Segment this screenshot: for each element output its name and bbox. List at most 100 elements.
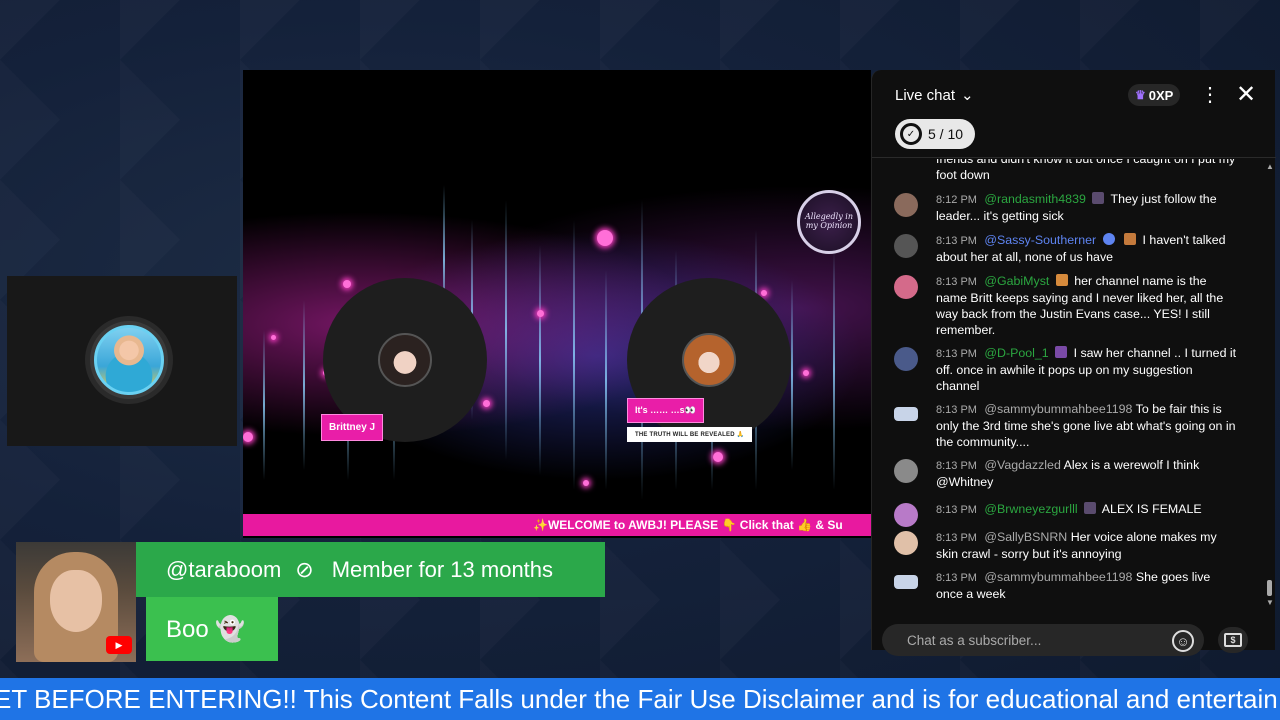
message-author[interactable]: @Sassy-Southerner xyxy=(984,233,1096,247)
message-time: 8:13 PM xyxy=(936,532,977,544)
sparkle-dot xyxy=(761,290,767,296)
no-entry-icon: ⊘ xyxy=(295,556,314,582)
light-streak xyxy=(263,330,265,480)
message-time: 8:13 PM xyxy=(936,235,977,247)
close-icon[interactable]: ✕ xyxy=(1236,80,1256,109)
super-chat-button[interactable]: $ xyxy=(1218,627,1248,653)
sparkle-dot xyxy=(343,280,351,288)
member-photo-face xyxy=(50,570,102,632)
avatar[interactable] xyxy=(894,459,918,483)
light-streak xyxy=(573,220,575,490)
goal-progress-pill[interactable]: ✓ 5 / 10 xyxy=(895,119,976,149)
sparkle-dot xyxy=(537,310,544,317)
message-text: her channel name is the name Britt keeps… xyxy=(936,274,1224,337)
light-streak xyxy=(505,200,507,460)
message-time: 8:13 PM xyxy=(936,572,977,584)
member-alert-header: @taraboom ⊘ Member for 13 months xyxy=(136,542,605,597)
message-author[interactable]: @sammybummahbee1198 xyxy=(984,570,1132,584)
member-badge-icon xyxy=(1124,233,1137,245)
sparkle-dot xyxy=(271,335,276,340)
sparkle-dot xyxy=(597,230,613,246)
light-streak xyxy=(605,270,607,490)
message-author[interactable]: @SallyBSNRN xyxy=(984,530,1067,544)
message-time: 8:13 PM xyxy=(936,504,977,516)
avatar[interactable] xyxy=(894,575,918,589)
goal-progress-text: 5 / 10 xyxy=(928,126,964,142)
chat-mode-dropdown[interactable]: Live chat ⌄ xyxy=(895,86,974,105)
member-badge-icon xyxy=(1055,274,1068,286)
moderator-badge-icon xyxy=(1102,233,1115,245)
message-time: 8:12 PM xyxy=(936,194,977,206)
member-badge-icon xyxy=(1092,192,1105,204)
sparkle-dot xyxy=(713,452,723,462)
live-chat-panel: Live chat ⌄ ♛ 0XP ⋮ ✕ ✓ 5 / 10 friends a… xyxy=(871,70,1276,656)
member-handle: @taraboom xyxy=(166,556,282,582)
avatar[interactable] xyxy=(894,234,918,258)
member-alert-message: Boo 👻 xyxy=(146,597,278,661)
membership-duration: Member for 13 months xyxy=(331,556,554,582)
chat-message-list[interactable]: friends and didn't know it but once I ca… xyxy=(872,159,1268,611)
participant-avatar xyxy=(682,333,736,387)
member-badge-icon xyxy=(1055,346,1068,358)
sparkle-dot xyxy=(583,480,589,486)
member-avatar: ▶ xyxy=(16,542,136,662)
target-icon: ✓ xyxy=(900,123,922,145)
avatar[interactable] xyxy=(894,503,918,527)
youtube-play-icon: ▶ xyxy=(106,636,132,654)
participant-avatar xyxy=(378,333,432,387)
chat-title: Live chat xyxy=(895,86,956,104)
scrollbar-thumb[interactable] xyxy=(1267,580,1272,596)
message-author[interactable]: @Vagdazzled xyxy=(984,458,1060,472)
avatar[interactable] xyxy=(894,347,918,371)
chat-input[interactable]: Chat as a subscriber... xyxy=(882,624,1204,656)
avatar[interactable] xyxy=(894,275,918,299)
message-text: ALEX IS FEMALE xyxy=(1101,502,1202,516)
message-author[interactable]: @D-Pool_1 xyxy=(984,346,1048,360)
stream-stage: Allegedly in my Opinion Brittney J It's … xyxy=(243,70,871,538)
message-time: 8:13 PM xyxy=(936,404,977,416)
sparkle-dot xyxy=(243,432,253,442)
stage-ticker-text: ✨WELCOME to AWBJ! PLEASE 👇 Click that 👍 … xyxy=(533,518,843,532)
member-message-text: Boo 👻 xyxy=(166,615,246,643)
message-time: 8:13 PM xyxy=(936,276,977,288)
disclaimer-ticker-text: ET BEFORE ENTERING!! This Content Falls … xyxy=(0,683,1278,714)
message-time: 8:13 PM xyxy=(936,348,977,360)
scroll-up-arrow-icon[interactable]: ▲ xyxy=(1266,162,1274,171)
xp-button[interactable]: ♛ 0XP xyxy=(1128,84,1181,106)
guest-avatar xyxy=(85,316,173,404)
member-badge-icon xyxy=(1084,502,1097,514)
avatar[interactable] xyxy=(894,531,918,555)
chat-input-placeholder: Chat as a subscriber... xyxy=(907,632,1042,648)
message-author[interactable]: @GabiMyst xyxy=(984,274,1049,288)
scroll-down-arrow-icon[interactable]: ▼ xyxy=(1266,598,1274,607)
xp-value: 0XP xyxy=(1148,87,1174,103)
dollar-icon: $ xyxy=(1224,633,1242,647)
emoji-icon[interactable]: ☺ xyxy=(1172,630,1194,652)
more-options-icon[interactable]: ⋮ xyxy=(1200,82,1220,107)
avatar[interactable] xyxy=(894,407,918,421)
guest-avatar-image xyxy=(94,325,164,395)
disclaimer-ticker: ET BEFORE ENTERING!! This Content Falls … xyxy=(0,678,1280,720)
channel-logo: Allegedly in my Opinion xyxy=(797,190,861,254)
stage-ticker: ✨WELCOME to AWBJ! PLEASE 👇 Click that 👍 … xyxy=(243,514,871,536)
light-streak xyxy=(303,300,305,470)
sparkle-dot xyxy=(803,370,809,376)
chat-header: Live chat ⌄ ♛ 0XP ⋮ ✕ ✓ 5 / 10 xyxy=(872,70,1276,158)
message-text: I saw her channel .. I turned it off. on… xyxy=(936,346,1237,393)
guest-video-tile xyxy=(7,276,237,446)
message-text: Her voice alone makes my skin crawl - so… xyxy=(936,530,1217,561)
avatar[interactable] xyxy=(894,193,918,217)
message-author[interactable]: @randasmith4839 xyxy=(984,192,1085,206)
participant-name-tag: It's …… …s👀 xyxy=(627,398,704,423)
light-streak xyxy=(833,250,835,490)
crown-icon: ♛ xyxy=(1135,88,1146,102)
participant-subtitle: THE TRUTH WILL BE REVEALED 🙏 xyxy=(627,427,753,442)
chevron-down-icon: ⌄ xyxy=(961,87,974,104)
light-streak xyxy=(539,245,541,475)
participant-name-tag: Brittney J xyxy=(321,414,384,441)
message-author[interactable]: @sammybummahbee1198 xyxy=(984,402,1132,416)
message-time: 8:13 PM xyxy=(936,460,977,472)
message-author[interactable]: @Brwneyezgurlll xyxy=(984,502,1077,516)
message-text: friends and didn't know it but once I ca… xyxy=(936,159,1236,182)
sparkle-dot xyxy=(483,400,490,407)
